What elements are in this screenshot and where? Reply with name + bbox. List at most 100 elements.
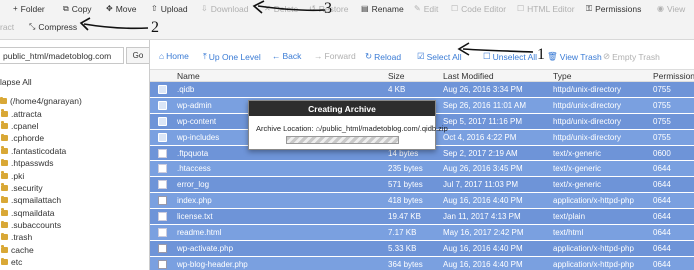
file-permissions: 0644 xyxy=(653,243,671,253)
file-permissions: 0600 xyxy=(653,148,671,158)
code-editor-button[interactable]: ☐ Code Editor xyxy=(451,4,506,14)
column-header-last-modified[interactable]: Last Modified xyxy=(443,71,494,81)
tree-item[interactable]: .trash xyxy=(0,231,149,243)
tree-item[interactable]: .subaccounts xyxy=(0,219,149,231)
table-row[interactable]: wp-blog-header.php 364 bytes Aug 16, 2016 … xyxy=(150,256,694,270)
forward-arrow-icon: → xyxy=(314,51,323,61)
empty-trash-button[interactable]: ⊘ Empty Trash xyxy=(603,51,660,62)
path-input[interactable] xyxy=(0,47,124,64)
tree-item[interactable]: .cpanel xyxy=(0,120,149,132)
folder-icon xyxy=(1,220,8,229)
table-row[interactable]: .htaccess 235 bytes Aug 26, 2016 3:45 PM te… xyxy=(150,161,694,178)
folder-icon xyxy=(1,158,8,167)
upload-button[interactable]: ⇧ Upload xyxy=(151,4,188,14)
trash-icon: 🗑 xyxy=(547,51,558,61)
file-name: wp-content xyxy=(177,116,217,126)
tree-item[interactable]: .security xyxy=(0,182,149,194)
tree-item-label: .security xyxy=(11,182,43,193)
html-file-icon xyxy=(158,228,167,238)
checkbox-icon: ☑ xyxy=(417,51,425,61)
text-file-icon xyxy=(158,180,167,190)
tree-item-label: etc xyxy=(11,257,23,268)
file-size: 364 bytes xyxy=(388,259,423,269)
tree-item[interactable]: .pki xyxy=(0,169,149,181)
tree-item-label: .sqmaildata xyxy=(11,207,55,218)
file-permissions: 0755 xyxy=(653,116,671,126)
tree-item[interactable]: .htpasswds xyxy=(0,157,149,169)
file-modified: Sep 5, 2017 11:16 PM xyxy=(443,116,523,126)
tree-item[interactable]: .cphorde xyxy=(0,132,149,144)
tree-item[interactable]: (/home4/gnarayan) xyxy=(0,95,149,107)
copy-button[interactable]: ⧉ Copy xyxy=(63,4,92,14)
file-size: 571 bytes xyxy=(388,180,423,190)
up-one-level-button[interactable]: ⤒ Up One Level xyxy=(203,51,261,62)
tree-item[interactable]: cache xyxy=(0,244,149,256)
file-name: readme.html xyxy=(177,228,222,238)
table-row[interactable]: error_log 571 bytes Jul 7, 2017 11:03 PM te… xyxy=(150,177,694,194)
column-header-size[interactable]: Size xyxy=(388,71,405,81)
back-button[interactable]: ← Back xyxy=(272,51,301,61)
folder-icon xyxy=(158,85,167,94)
column-header-name[interactable]: Name xyxy=(177,71,200,81)
download-button[interactable]: ⇩ Download xyxy=(201,4,249,14)
edit-button[interactable]: ✎ Edit xyxy=(414,4,438,14)
file-modified: Jul 7, 2017 11:03 PM xyxy=(443,180,519,190)
folder-icon xyxy=(1,232,8,241)
folder-icon xyxy=(1,208,8,216)
table-row[interactable]: license.txt 19.47 KB Jan 11, 2017 4:13 PM t… xyxy=(150,209,694,226)
annotation-arrow-2 xyxy=(79,17,149,31)
progress-bar xyxy=(286,136,399,144)
table-row[interactable]: .qidb 4 KB Aug 26, 2016 3:34 PM httpd/unix-… xyxy=(150,82,694,98)
empty-trash-icon: ⊘ xyxy=(603,51,611,61)
tree-item[interactable]: .attracta xyxy=(0,107,149,119)
file-type: text/x-generic xyxy=(553,148,602,158)
file-modified: Sep 26, 2016 11:01 AM xyxy=(443,100,527,110)
permissions-button[interactable]: ⚿ Permissions xyxy=(586,4,641,14)
reload-button[interactable]: ↻ Reload xyxy=(365,51,401,62)
tree-item-label: .sqmailattach xyxy=(11,195,62,206)
extract-button[interactable]: ract xyxy=(0,22,14,32)
archive-location-label: Archive Location: xyxy=(256,124,314,133)
upload-icon: ⇧ xyxy=(151,4,158,13)
table-row[interactable]: index.php 418 bytes Aug 16, 2016 4:40 PM ap… xyxy=(150,193,694,210)
table-row[interactable]: readme.html 7.17 KB May 16, 2017 2:42 PM te… xyxy=(150,225,694,241)
folder-icon xyxy=(1,146,8,154)
tree-item[interactable]: .sqmailattach xyxy=(0,194,149,206)
file-permissions: 0644 xyxy=(653,180,671,190)
file-type: httpd/unix-directory xyxy=(553,116,622,126)
rename-icon: ▤ xyxy=(361,4,369,13)
file-permissions: 0644 xyxy=(653,164,671,174)
tree-item-label: .cphorde xyxy=(11,133,45,144)
file-name: .qidb xyxy=(177,85,195,94)
home-icon: ⌂ xyxy=(159,51,165,61)
file-manager-window: + Folder ⧉ Copy ✥ Move ⇧ Upload ⇩ Download ✕ D… xyxy=(0,0,694,270)
home-button[interactable]: ⌂ Home xyxy=(159,51,189,61)
collapse-all-link[interactable]: lapse All xyxy=(0,77,32,87)
tree-item-label: .cpanel xyxy=(11,120,39,131)
new-folder-button[interactable]: + Folder xyxy=(13,4,45,14)
creating-archive-dialog: Creating Archive Archive Location: ⌂/pub… xyxy=(248,100,448,150)
view-trash-button[interactable]: 🗑 View Trash xyxy=(547,51,602,62)
rename-button[interactable]: ▤ Rename xyxy=(361,4,404,14)
file-name: wp-includes xyxy=(177,132,220,142)
forward-button[interactable]: → Forward xyxy=(314,51,356,61)
folder-icon xyxy=(158,132,167,142)
column-header-type[interactable]: Type xyxy=(553,71,571,81)
file-modified: Aug 16, 2016 4:40 PM xyxy=(443,243,523,253)
column-header-permissions[interactable]: Permissions xyxy=(653,71,694,81)
tree-item-label: .fantasticodata xyxy=(11,145,67,156)
view-button[interactable]: ◉ View xyxy=(657,4,685,14)
table-row[interactable]: wp-activate.php 5.33 KB Aug 16, 2016 4:40 … xyxy=(150,240,694,257)
go-button[interactable]: Go xyxy=(126,47,149,64)
move-button[interactable]: ✥ Move xyxy=(106,4,137,14)
tree-item[interactable]: .fantasticodata xyxy=(0,145,149,157)
tree-item[interactable]: etc xyxy=(0,256,149,268)
tree-item[interactable]: .sqmaildata xyxy=(0,207,149,219)
file-name: .ftpquota xyxy=(177,148,209,158)
html-editor-button[interactable]: ☐ HTML Editor xyxy=(517,4,575,14)
php-file-icon xyxy=(158,243,167,253)
directory-tree: (/home4/gnarayan) .attracta .cpanel .cphord… xyxy=(0,95,149,268)
file-modified: Aug 16, 2016 4:40 PM xyxy=(443,196,523,206)
folder-icon xyxy=(1,109,8,117)
compress-button[interactable]: ⤡ Compress xyxy=(29,22,77,32)
